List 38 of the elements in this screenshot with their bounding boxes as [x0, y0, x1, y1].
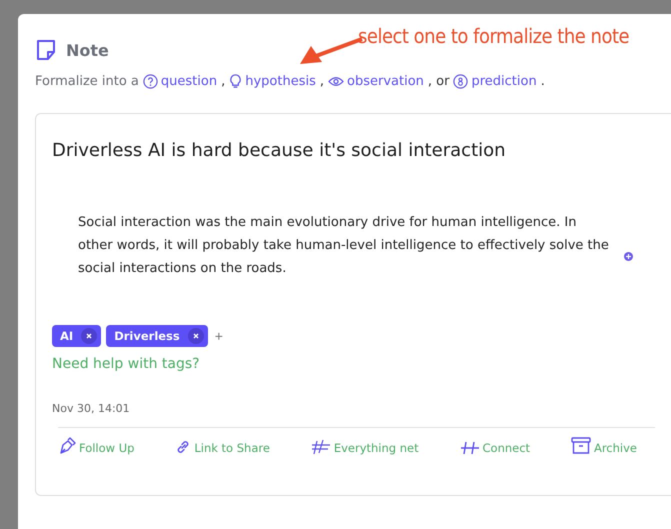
annotation-text: select one to formalize the note	[358, 24, 630, 48]
remove-icon[interactable]	[81, 328, 98, 344]
tag-chip[interactable]: AI	[52, 325, 102, 347]
formalize-label: Formalize into a	[35, 74, 139, 89]
separator-text: ,	[221, 74, 226, 89]
note-body: Social interaction was the main evolutionary drive for human intelligence. In other words, it will probably take human-level intelligence to effectively solve the social interactions on the roads.	[78, 214, 610, 278]
formalize-link[interactable]: hypothesis	[229, 74, 316, 89]
action-link[interactable]: Connect	[460, 437, 530, 455]
tag-label: AI	[60, 329, 74, 343]
pen-icon	[58, 437, 76, 455]
remove-icon[interactable]	[188, 328, 204, 344]
action-link[interactable]: Link to Share	[175, 437, 270, 455]
formalize-link[interactable]: observation	[328, 74, 424, 89]
action-link[interactable]: Everything net	[310, 437, 419, 455]
formalize-link[interactable]: question	[142, 74, 218, 89]
connect-icon	[460, 441, 480, 455]
eye-icon	[328, 76, 344, 87]
eight-ball-icon	[453, 74, 468, 89]
timestamp: Nov 30, 14:01	[52, 402, 131, 415]
hash-icon	[310, 439, 331, 455]
action-link[interactable]: Follow Up	[58, 437, 134, 455]
separator-text: .	[540, 74, 545, 89]
separator-text: ,	[320, 74, 324, 89]
add-tag-button[interactable]: +	[212, 328, 225, 344]
lightbulb-icon	[229, 74, 242, 89]
action-link[interactable]: Archive	[570, 437, 637, 455]
note-icon	[35, 39, 57, 61]
link-icon	[175, 439, 192, 455]
add-icon[interactable]	[624, 252, 633, 261]
question-icon	[142, 74, 158, 89]
separator-text: , or	[428, 74, 450, 89]
note-title: Driverless AI is hard because it's social interaction	[52, 140, 507, 161]
help-link[interactable]: Need help with tags?	[52, 356, 671, 372]
dialog-title: Note	[66, 40, 109, 60]
tag-label: Driverless	[114, 329, 180, 343]
archive-icon	[570, 437, 591, 455]
formalize-link[interactable]: prediction	[453, 74, 537, 89]
tag-chip[interactable]: Driverless	[106, 325, 208, 347]
